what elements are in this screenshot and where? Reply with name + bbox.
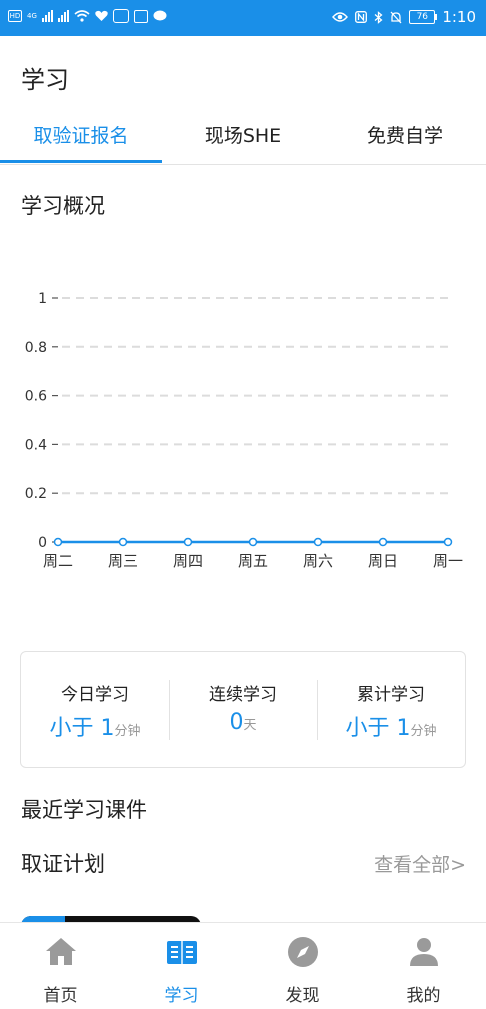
app-notification-icon-2 [133, 9, 148, 23]
stat-today-number: 1 [100, 716, 115, 741]
stat-today-prefix: 小于 [49, 716, 101, 741]
status-icons-left: HD 4G [8, 9, 167, 23]
data-point [443, 537, 453, 547]
y-tick-label: 0 [38, 535, 47, 551]
nav-study[interactable]: 学习 [121, 923, 242, 1009]
status-bar: HD 4G 76 1:10 [0, 0, 486, 36]
x-tick-label: 周三 [108, 552, 138, 570]
nav-profile-label: 我的 [406, 986, 441, 1006]
overview-title: 学习概况 [21, 194, 105, 218]
data-point [248, 537, 258, 547]
status-icons-right: 76 1:10 [332, 8, 476, 26]
book-icon [167, 941, 197, 964]
nfc-icon [355, 11, 368, 23]
y-tick-label: 0.4 [25, 437, 47, 453]
stat-streak-label: 连续学习 [209, 685, 277, 705]
study-chart: 0 0.2 0.4 0.6 0.8 1 周二 周三 周四 周五 周六 周日 周一 [25, 291, 463, 570]
data-point [183, 537, 193, 547]
stat-streak-number: 0 [229, 710, 244, 735]
nav-home[interactable]: 首页 [0, 923, 121, 1009]
stat-streak-unit: 天 [243, 718, 257, 733]
clock-time: 1:10 [442, 8, 476, 26]
y-tick-label: 0.8 [25, 340, 47, 356]
data-point [313, 537, 323, 547]
active-tab-indicator [0, 160, 162, 163]
x-tick-label: 周四 [173, 552, 203, 570]
battery-icon: 76 [409, 10, 438, 24]
stat-total: 累计学习 小于 1分钟 [317, 652, 465, 767]
y-tick-label: 0.6 [25, 389, 47, 405]
nav-discover-label: 发现 [285, 986, 320, 1006]
stat-total-label: 累计学习 [357, 685, 425, 705]
network-badge: 4G [27, 12, 37, 20]
user-icon [410, 938, 438, 966]
stat-today-label: 今日学习 [61, 685, 129, 705]
nav-profile[interactable]: 我的 [363, 923, 484, 1009]
x-tick-label: 周六 [303, 552, 333, 570]
tab-bar: 取验证报名 现场SHE 免费自学 [0, 118, 486, 165]
data-point [378, 537, 388, 547]
stats-card: 今日学习 小于 1分钟 连续学习 0天 累计学习 小于 1分钟 [20, 651, 466, 768]
stat-total-prefix: 小于 [345, 716, 397, 741]
signal-icon [41, 10, 53, 22]
eye-icon [332, 12, 349, 22]
tab-free-study[interactable]: 免费自学 [324, 118, 486, 164]
stat-total-value: 小于 1分钟 [317, 710, 465, 742]
app-notification-icon [112, 9, 129, 23]
recent-courses-title: 最近学习课件 [21, 798, 147, 822]
nav-discover[interactable]: 发现 [242, 923, 363, 1009]
x-tick-label: 周日 [368, 552, 398, 570]
compass-icon [288, 937, 318, 967]
y-tick-label: 0.2 [25, 486, 47, 502]
certification-plan-title: 取证计划 [21, 852, 105, 876]
heart-icon [95, 10, 108, 21]
mute-bell-icon [390, 11, 402, 23]
page-title: 学习 [21, 66, 69, 94]
stat-streak: 连续学习 0天 [169, 652, 317, 767]
view-all-link[interactable]: 查看全部> [374, 850, 466, 877]
nav-home-label: 首页 [43, 986, 78, 1006]
chat-bubble-icon [153, 10, 167, 21]
signal-icon-2 [57, 10, 69, 22]
stat-today: 今日学习 小于 1分钟 [21, 652, 169, 767]
stat-today-unit: 分钟 [114, 724, 141, 739]
bluetooth-icon [374, 10, 383, 24]
y-tick-label: 1 [38, 291, 47, 307]
stat-today-value: 小于 1分钟 [21, 710, 169, 742]
x-tick-label: 周五 [238, 552, 268, 570]
tab-exam-registration[interactable]: 取验证报名 [0, 118, 162, 164]
data-point [118, 537, 128, 547]
wifi-icon [74, 10, 90, 22]
hd-badge: HD [8, 10, 22, 22]
stat-streak-value: 0天 [169, 710, 317, 735]
tab-onsite-she[interactable]: 现场SHE [162, 118, 324, 164]
x-tick-label: 周二 [43, 552, 73, 570]
x-tick-label: 周一 [433, 552, 463, 570]
stat-total-unit: 分钟 [410, 724, 437, 739]
stat-total-number: 1 [396, 716, 411, 741]
home-icon [46, 938, 76, 965]
bottom-nav: 首页 学习 发现 我的 [0, 922, 486, 1009]
data-point [53, 537, 63, 547]
nav-study-label: 学习 [164, 986, 199, 1006]
